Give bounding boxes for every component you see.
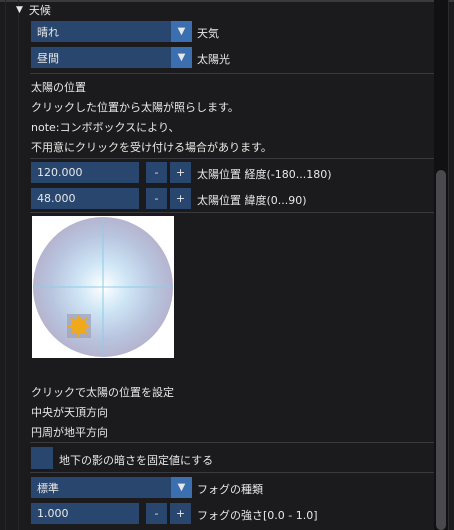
sun-position-heading: 太陽の位置: [31, 81, 86, 94]
fog-strength-label: フォグの強さ[0.0 - 1.0]: [197, 509, 318, 522]
fog-strength-input[interactable]: 1.000: [31, 503, 139, 524]
latitude-input[interactable]: 48.000: [31, 188, 139, 209]
picker-help-3: 円周が地平方向: [31, 426, 108, 439]
longitude-value: 120.000: [37, 166, 83, 179]
weather-section-header[interactable]: ▼ 天候: [16, 2, 51, 18]
scrollbar-thumb[interactable]: [436, 170, 446, 530]
dropdown-arrow-icon[interactable]: ▼: [171, 21, 192, 42]
fog-type-label: フォグの種類: [197, 483, 263, 496]
sunlight-combo[interactable]: 昼間 ▼: [31, 47, 192, 68]
longitude-decrement-button[interactable]: -: [146, 162, 167, 183]
sun-icon[interactable]: [67, 314, 91, 338]
latitude-label: 太陽位置 緯度(0...90): [197, 194, 307, 207]
longitude-label: 太陽位置 経度(-180...180): [197, 168, 332, 181]
separator: [30, 158, 435, 159]
fog-strength-value: 1.000: [37, 507, 69, 520]
picker-help-2: 中央が天頂方向: [31, 406, 108, 419]
sun-desc-3: 不用意にクリックを受け付ける場合があります。: [31, 141, 272, 154]
sun-desc-1: クリックした位置から太陽が照らします。: [31, 101, 239, 114]
picker-help-1: クリックで太陽の位置を設定: [31, 386, 174, 399]
latitude-value: 48.000: [37, 192, 76, 205]
separator: [30, 472, 435, 473]
right-border: [448, 0, 449, 530]
weather-label: 天気: [197, 27, 219, 40]
separator: [30, 212, 435, 213]
weather-combo[interactable]: 晴れ ▼: [31, 21, 192, 42]
sunlight-label: 太陽光: [197, 53, 230, 66]
shadow-fixed-label: 地下の影の暗さを固定値にする: [59, 454, 214, 467]
dropdown-arrow-icon[interactable]: ▼: [171, 477, 192, 498]
fog-type-value: 標準: [37, 481, 59, 495]
latitude-decrement-button[interactable]: -: [146, 188, 167, 209]
sky-dome[interactable]: [32, 216, 174, 358]
fog-type-combo[interactable]: 標準 ▼: [31, 477, 192, 498]
dropdown-arrow-icon[interactable]: ▼: [171, 47, 192, 68]
sunlight-value: 昼間: [37, 51, 59, 65]
collapse-arrow-icon: ▼: [16, 5, 23, 15]
left-guide: [5, 0, 6, 530]
indent-guide: [18, 0, 19, 530]
fog-strength-increment-button[interactable]: +: [170, 503, 191, 524]
separator: [30, 442, 435, 443]
sun-desc-2: note:コンボボックスにより、: [31, 121, 180, 134]
longitude-input[interactable]: 120.000: [31, 162, 139, 183]
separator: [30, 73, 435, 74]
top-border: [0, 0, 454, 2]
latitude-increment-button[interactable]: +: [170, 188, 191, 209]
section-title: 天候: [28, 4, 51, 17]
shadow-fixed-checkbox[interactable]: [31, 447, 53, 469]
longitude-increment-button[interactable]: +: [170, 162, 191, 183]
fog-strength-decrement-button[interactable]: -: [146, 503, 167, 524]
weather-value: 晴れ: [37, 25, 59, 39]
sun-position-picker[interactable]: [32, 216, 174, 358]
